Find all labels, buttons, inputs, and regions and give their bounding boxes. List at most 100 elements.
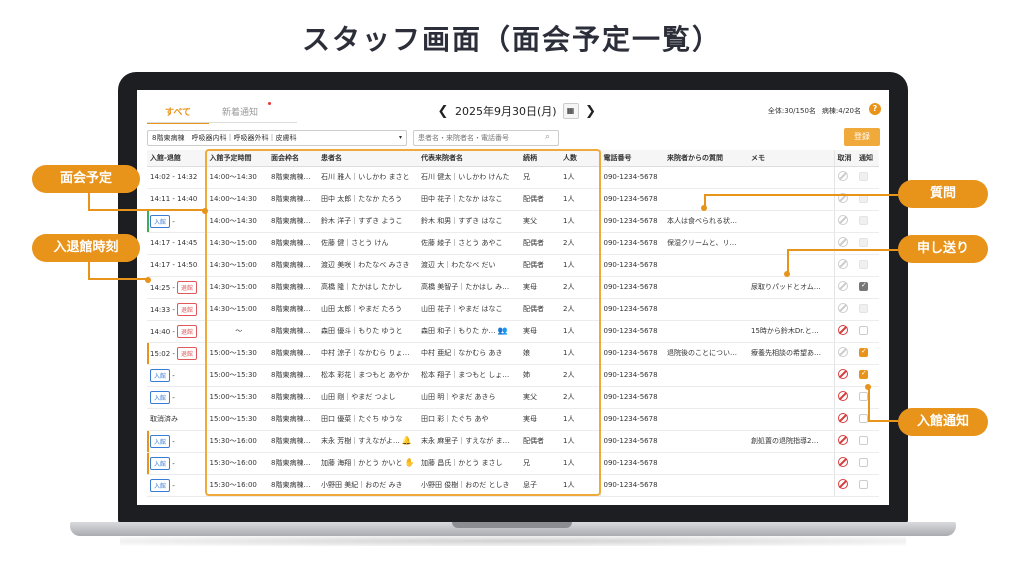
col-header[interactable]: 続柄 [520,150,560,167]
calendar-icon[interactable]: ▦ [562,103,579,119]
cancel-icon[interactable] [837,369,848,379]
notify-checkbox[interactable] [859,479,868,489]
col-header[interactable]: 入館-退館 [147,150,206,167]
cell-visitor-name[interactable]: 山田 花子｜やまだ はなこ [418,298,520,321]
cell-patient-name[interactable]: 森田 優斗｜もりた ゆうと [318,320,418,343]
col-header[interactable]: 代表来院者名 [418,150,520,167]
cell-visitor-name[interactable]: 加藤 昌氏｜かとう まさし [418,452,520,475]
cell-memo[interactable] [748,452,834,475]
cell-question[interactable] [664,298,748,321]
cell-memo[interactable] [748,408,834,431]
col-header[interactable]: 電話番号 [599,150,664,167]
col-header[interactable]: 面会枠名 [268,150,318,167]
table-row[interactable]: 入館 - 14:00～14:30 8階東病棟… 鈴木 洋子｜すずき ようこ 鈴木… [147,210,879,233]
ward-filter-select[interactable]: 8階東病棟 呼吸器内科｜呼吸器外科｜皮膚科 ▾ [147,130,407,146]
cell-memo[interactable] [748,364,834,387]
cell-patient-name[interactable]: 小野田 美紀｜おのだ みき [318,474,418,497]
cell-question[interactable] [664,254,748,277]
table-row[interactable]: 14:33 - 退館 14:30～15:00 8階東病棟… 山田 太郎｜やまだ た… [147,298,879,321]
notify-checkbox[interactable] [859,347,868,357]
cell-visitor-name[interactable]: 鈴木 和男｜すずき はなこ [418,210,520,233]
cell-question[interactable] [664,408,748,431]
table-row[interactable]: 入館 - 15:00～15:30 8階東病棟… 松本 彩花｜まつもと あやか 松… [147,364,879,387]
prev-day-button[interactable]: ❮ [437,104,449,119]
cell-question[interactable] [664,364,748,387]
cell-patient-name[interactable]: 田中 太郎｜たなか たろう [318,188,418,211]
tab-new-notifications[interactable]: 新着通知 [209,100,271,124]
col-header[interactable]: 入館予定時間 [205,150,268,167]
cell-question[interactable] [664,320,748,343]
cell-visitor-name[interactable]: 高橋 美智子｜たかはし み… [418,276,520,299]
cell-memo[interactable] [748,298,834,321]
cancel-icon[interactable] [837,413,848,423]
notify-checkbox[interactable] [859,413,868,423]
col-header[interactable]: 来院者からの質問 [664,150,748,167]
table-row[interactable]: 入館 - 15:30～16:00 8階東病棟… 加藤 海翔｜かとう かいと ✋ 加… [147,452,879,475]
cell-memo[interactable]: 創処置の退院指導2… [748,430,834,453]
cell-visitor-name[interactable]: 森田 和子｜もりた か… 👥 [418,320,520,343]
cancel-icon[interactable] [837,391,848,401]
cell-memo[interactable]: 15時から鈴木Dr.と… [748,320,834,343]
notify-checkbox[interactable] [859,281,868,291]
next-day-button[interactable]: ❯ [585,104,597,119]
notify-checkbox[interactable] [859,215,868,225]
cell-patient-name[interactable]: 渡辺 美咲｜わたなべ みさき [318,254,418,277]
table-row[interactable]: 入館 - 15:30～16:00 8階東病棟… 小野田 美紀｜おのだ みき 小野… [147,474,879,497]
table-row[interactable]: 14:02 - 14:32 14:00～14:30 8階東病棟… 石川 雅人｜い… [147,166,879,189]
notify-checkbox[interactable] [859,435,868,445]
cancel-icon[interactable] [837,479,848,489]
cell-question[interactable] [664,276,748,299]
cell-patient-name[interactable]: 山田 太郎｜やまだ たろう [318,298,418,321]
cell-visitor-name[interactable]: 山田 明｜やまだ あきら [418,386,520,409]
cancel-icon[interactable] [837,347,848,357]
cancel-icon[interactable] [837,457,848,467]
cell-visitor-name[interactable]: 小野田 俊樹｜おのだ としき [418,474,520,497]
cell-memo[interactable]: 療養先相談の希望あ… [748,342,834,365]
search-input[interactable] [413,130,559,146]
cell-visitor-name[interactable]: 田中 花子｜たなか はなこ [418,188,520,211]
cancel-icon[interactable] [837,281,848,291]
cell-visitor-name[interactable]: 松本 翔子｜まつもと しょ… [418,364,520,387]
cell-patient-name[interactable]: 松本 彩花｜まつもと あやか [318,364,418,387]
cell-patient-name[interactable]: 鈴木 洋子｜すずき ようこ [318,210,418,233]
table-row[interactable]: 14:40 - 退館 ～ 8階東病棟… 森田 優斗｜もりた ゆうと 森田 和子｜も… [147,320,879,343]
tab-all[interactable]: すべて [147,100,209,124]
cell-question[interactable] [664,474,748,497]
cell-question[interactable]: 退院後のことについ… [664,342,748,365]
cancel-icon[interactable] [837,303,848,313]
notify-checkbox[interactable] [859,457,868,467]
cell-patient-name[interactable]: 高橋 隆｜たかはし たかし [318,276,418,299]
cell-question[interactable]: 保湿クリームと、リ… [664,232,748,255]
table-row[interactable]: 入館 - 15:30～16:00 8階東病棟… 末永 芳樹｜すえながよ… 🔔 末永… [147,430,879,453]
cell-question[interactable] [664,452,748,475]
cell-patient-name[interactable]: 加藤 海翔｜かとう かいと ✋ [318,452,418,475]
table-row[interactable]: 14:25 - 退館 14:30～15:00 8階東病棟… 高橋 隆｜たかはし た… [147,276,879,299]
cell-patient-name[interactable]: 末永 芳樹｜すえながよ… 🔔 [318,430,418,453]
cell-visitor-name[interactable]: 石川 健太｜いしかわ けんた [418,166,520,189]
cancel-icon[interactable] [837,215,848,225]
table-row[interactable]: 15:02 - 退館 15:00～15:30 8階東病棟… 中村 涼子｜なかむら … [147,342,879,365]
table-row[interactable]: 14:17 - 14:45 14:30～15:00 8階東病棟… 佐藤 健｜さと… [147,232,879,255]
cell-memo[interactable] [748,386,834,409]
col-header[interactable]: メモ [748,150,834,167]
cancel-icon[interactable] [837,171,848,181]
col-header[interactable]: 通知 [856,150,879,167]
table-row[interactable]: 入館 - 15:00～15:30 8階東病棟… 山田 剛｜やまだ つよし 山田 … [147,386,879,409]
notify-checkbox[interactable] [859,171,868,181]
col-header[interactable]: 取消 [833,150,856,167]
help-icon[interactable]: ? [869,103,881,115]
cell-question[interactable] [664,166,748,189]
cell-memo[interactable] [748,166,834,189]
cell-visitor-name[interactable]: 田口 彩｜たぐち あや [418,408,520,431]
cell-question[interactable]: 本人は食べられる状… [664,210,748,233]
cancel-icon[interactable] [837,325,848,335]
cell-question[interactable] [664,430,748,453]
cell-patient-name[interactable]: 佐藤 健｜さとう けん [318,232,418,255]
cell-memo[interactable] [748,474,834,497]
notify-checkbox[interactable] [859,237,868,247]
notify-checkbox[interactable] [859,303,868,313]
cell-patient-name[interactable]: 石川 雅人｜いしかわ まさと [318,166,418,189]
cell-memo[interactable] [748,210,834,233]
col-header[interactable]: 人数 [560,150,600,167]
notify-checkbox[interactable] [859,369,868,379]
